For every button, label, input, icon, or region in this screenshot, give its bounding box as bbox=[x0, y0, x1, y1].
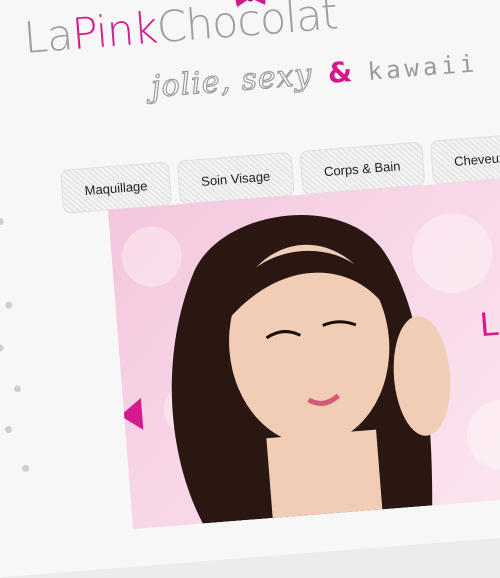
logo-text-pink: Pink bbox=[70, 3, 159, 61]
tagline-ampersand: & bbox=[326, 55, 354, 91]
banner-headline: LI bbox=[478, 303, 500, 345]
nav-tab-cheveux[interactable]: Cheveux bbox=[429, 133, 500, 185]
tagline-kawaii: kawaii bbox=[366, 49, 480, 86]
model-photo bbox=[171, 214, 451, 524]
decorative-dot-column bbox=[0, 0, 31, 478]
logo-text-la: La bbox=[22, 10, 75, 64]
hero-banner[interactable]: LI E bbox=[108, 177, 500, 530]
